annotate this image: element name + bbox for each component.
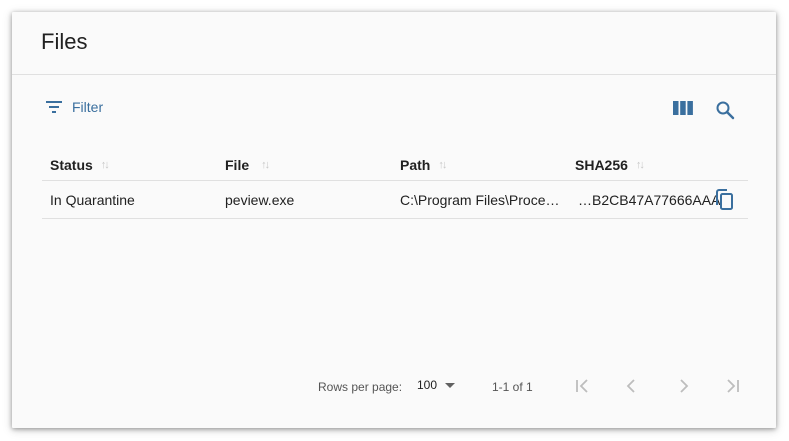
card-title: Files xyxy=(41,28,88,54)
card-header: Files xyxy=(12,12,776,75)
file-cell: peview.exe xyxy=(225,192,295,208)
filter-label: Filter xyxy=(72,99,104,115)
column-header-label: Path xyxy=(400,157,431,173)
column-header-path[interactable]: Path ↑↓ xyxy=(400,157,447,173)
path-cell: C:\Program Files\Proce… xyxy=(400,192,560,208)
view-columns-icon[interactable] xyxy=(673,100,693,121)
column-header-label: File xyxy=(225,157,250,173)
chevron-right-icon xyxy=(680,379,689,393)
first-page-icon xyxy=(576,379,588,393)
chevron-left-icon xyxy=(626,379,635,393)
last-page-button[interactable] xyxy=(721,375,743,400)
last-page-icon xyxy=(727,379,739,393)
rows-per-page-label: Rows per page: xyxy=(318,380,403,394)
sort-icon: ↑↓ xyxy=(261,159,270,171)
files-table: Status ↑↓ File ↑↓ Path ↑↓ SHA256 ↑↓ In Q… xyxy=(42,150,748,219)
sort-icon: ↑↓ xyxy=(438,159,447,171)
table-row[interactable]: In Quarantine peview.exe C:\Program File… xyxy=(42,181,748,219)
sort-icon: ↑↓ xyxy=(635,159,645,171)
pagination-range: 1-1 of 1 xyxy=(492,380,533,394)
filter-button[interactable]: Filter xyxy=(46,99,103,115)
column-header-sha256[interactable]: SHA256 ↑↓ xyxy=(575,157,645,173)
dropdown-caret-icon xyxy=(445,382,456,388)
column-header-label: Status xyxy=(50,157,93,173)
previous-page-button[interactable] xyxy=(621,375,643,400)
files-card: Files Filter Status ↑↓ File ↑↓ Path ↑↓ S… xyxy=(12,12,776,428)
column-header-file[interactable]: File ↑↓ xyxy=(225,157,270,173)
column-header-status[interactable]: Status ↑↓ xyxy=(50,157,110,173)
filter-list-icon xyxy=(46,101,62,113)
column-header-label: SHA256 xyxy=(575,157,628,173)
rows-per-page-select[interactable]: 100 xyxy=(417,378,456,392)
sort-icon: ↑↓ xyxy=(100,159,110,171)
sha256-cell: …B2CB47A77666AAA xyxy=(578,192,721,208)
first-page-button[interactable] xyxy=(572,375,594,400)
table-toolbar: Filter xyxy=(12,97,776,127)
status-cell: In Quarantine xyxy=(50,192,135,208)
search-icon[interactable] xyxy=(715,100,735,125)
table-header-row: Status ↑↓ File ↑↓ Path ↑↓ SHA256 ↑↓ xyxy=(42,150,748,181)
rows-per-page-value: 100 xyxy=(417,378,438,392)
pagination: Rows per page: 100 1-1 of 1 xyxy=(12,375,776,399)
next-page-button[interactable] xyxy=(672,375,694,400)
copy-icon[interactable] xyxy=(714,189,734,214)
